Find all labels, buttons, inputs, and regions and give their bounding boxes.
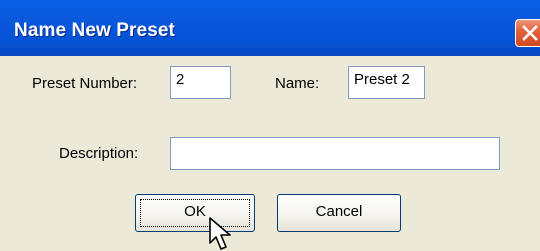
cancel-button[interactable]: Cancel xyxy=(277,194,401,232)
name-label: Name: xyxy=(275,75,320,92)
title-bar[interactable]: Name New Preset xyxy=(0,0,540,56)
ok-button-label: OK xyxy=(184,203,206,220)
close-icon xyxy=(522,25,538,41)
name-new-preset-dialog: Name New Preset Preset Number: 2 Name: P… xyxy=(0,0,540,251)
description-label: Description: xyxy=(59,145,139,162)
description-field[interactable] xyxy=(170,137,500,170)
cancel-button-label: Cancel xyxy=(315,203,363,220)
preset-number-label: Preset Number: xyxy=(32,75,138,92)
dialog-title: Name New Preset xyxy=(14,20,175,41)
preset-number-field[interactable]: 2 xyxy=(170,66,231,99)
mouse-pointer-icon xyxy=(209,217,231,250)
close-button[interactable] xyxy=(515,19,540,47)
name-field[interactable]: Preset 2 xyxy=(348,66,425,99)
